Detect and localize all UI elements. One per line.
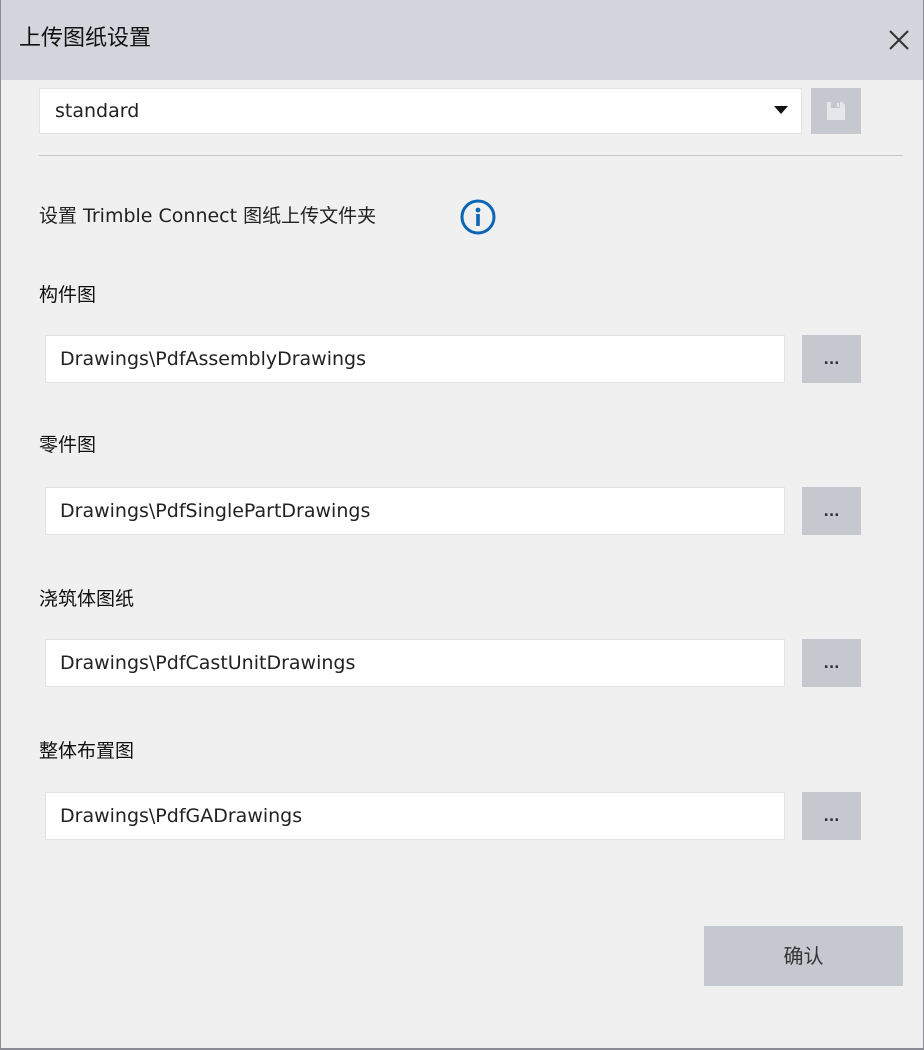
preset-selected-value: standard (55, 100, 140, 122)
window-title: 上传图纸设置 (19, 26, 152, 51)
upload-drawings-settings-dialog: 上传图纸设置 standard 设置 Trimble Connect 图纸上传文… (0, 0, 924, 1050)
info-icon[interactable] (459, 198, 497, 236)
assembly-drawings-path-input[interactable] (45, 335, 785, 383)
ga-drawings-browse-button[interactable]: ... (802, 792, 861, 840)
confirm-button[interactable]: 确认 (704, 926, 903, 986)
preset-dropdown[interactable]: standard (39, 88, 802, 134)
divider (39, 155, 903, 156)
save-preset-button[interactable] (811, 88, 861, 134)
title-bar: 上传图纸设置 (1, 0, 923, 80)
single-part-drawings-path-input[interactable] (45, 487, 785, 535)
close-icon (889, 30, 909, 50)
cast-unit-drawings-label: 浇筑体图纸 (39, 588, 135, 610)
folder-settings-description: 设置 Trimble Connect 图纸上传文件夹 (39, 205, 377, 227)
cast-unit-drawings-browse-button[interactable]: ... (802, 639, 861, 687)
cast-unit-drawings-path-input[interactable] (45, 639, 785, 687)
assembly-drawings-label: 构件图 (39, 284, 97, 306)
single-part-drawings-label: 零件图 (39, 434, 97, 456)
ga-drawings-label: 整体布置图 (39, 740, 135, 762)
assembly-drawings-browse-button[interactable]: ... (802, 335, 861, 383)
single-part-drawings-browse-button[interactable]: ... (802, 487, 861, 535)
close-button[interactable] (881, 22, 917, 58)
ga-drawings-path-input[interactable] (45, 792, 785, 840)
save-icon (827, 102, 845, 120)
caret-down-icon (774, 106, 788, 114)
